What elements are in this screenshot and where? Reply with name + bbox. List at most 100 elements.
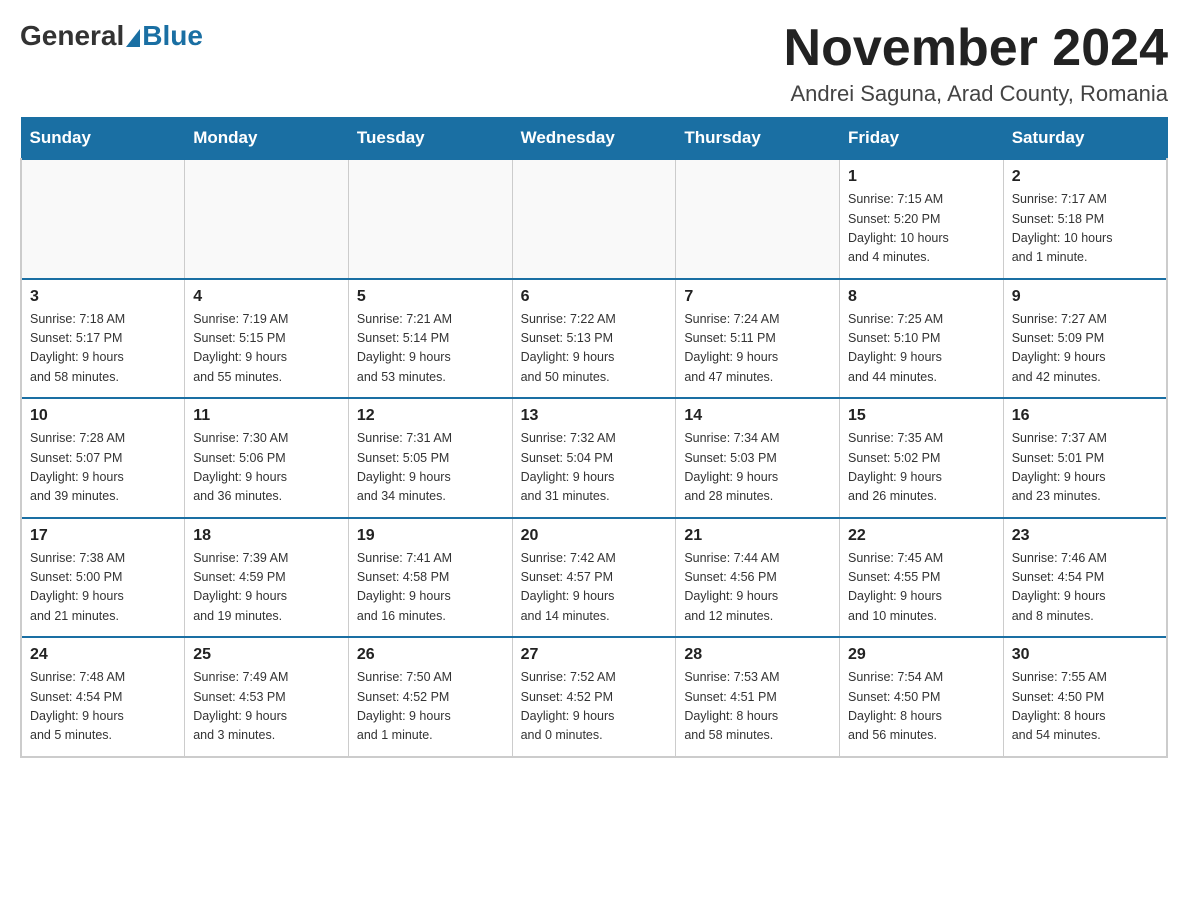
day-info: Sunrise: 7:49 AM Sunset: 4:53 PM Dayligh… [193,668,340,746]
day-number: 18 [193,527,340,545]
calendar-cell [676,159,840,279]
day-info: Sunrise: 7:34 AM Sunset: 5:03 PM Dayligh… [684,429,831,507]
day-number: 23 [1012,527,1158,545]
calendar-cell: 30 Sunrise: 7:55 AM Sunset: 4:50 PM Dayli… [1003,637,1167,757]
day-info: Sunrise: 7:55 AM Sunset: 4:50 PM Dayligh… [1012,668,1158,746]
day-number: 30 [1012,646,1158,664]
calendar-cell: 8 Sunrise: 7:25 AM Sunset: 5:10 PM Daylig… [840,279,1004,399]
calendar-cell: 22 Sunrise: 7:45 AM Sunset: 4:55 PM Dayli… [840,518,1004,638]
calendar-cell: 12 Sunrise: 7:31 AM Sunset: 5:05 PM Dayli… [348,398,512,518]
calendar-cell [348,159,512,279]
day-info: Sunrise: 7:19 AM Sunset: 5:15 PM Dayligh… [193,310,340,388]
calendar-cell: 26 Sunrise: 7:50 AM Sunset: 4:52 PM Dayli… [348,637,512,757]
day-number: 1 [848,168,995,186]
day-number: 4 [193,288,340,306]
day-info: Sunrise: 7:25 AM Sunset: 5:10 PM Dayligh… [848,310,995,388]
day-number: 2 [1012,168,1158,186]
day-number: 9 [1012,288,1158,306]
calendar-cell: 27 Sunrise: 7:52 AM Sunset: 4:52 PM Dayli… [512,637,676,757]
day-info: Sunrise: 7:27 AM Sunset: 5:09 PM Dayligh… [1012,310,1158,388]
day-info: Sunrise: 7:35 AM Sunset: 5:02 PM Dayligh… [848,429,995,507]
calendar-header-thursday: Thursday [676,118,840,160]
calendar-cell: 18 Sunrise: 7:39 AM Sunset: 4:59 PM Dayli… [185,518,349,638]
calendar-cell: 13 Sunrise: 7:32 AM Sunset: 5:04 PM Dayli… [512,398,676,518]
calendar-header-monday: Monday [185,118,349,160]
day-info: Sunrise: 7:45 AM Sunset: 4:55 PM Dayligh… [848,549,995,627]
location-subtitle: Andrei Saguna, Arad County, Romania [784,81,1168,107]
day-number: 25 [193,646,340,664]
day-info: Sunrise: 7:17 AM Sunset: 5:18 PM Dayligh… [1012,190,1158,268]
day-info: Sunrise: 7:39 AM Sunset: 4:59 PM Dayligh… [193,549,340,627]
day-info: Sunrise: 7:15 AM Sunset: 5:20 PM Dayligh… [848,190,995,268]
day-number: 13 [521,407,668,425]
day-info: Sunrise: 7:48 AM Sunset: 4:54 PM Dayligh… [30,668,176,746]
day-number: 14 [684,407,831,425]
day-info: Sunrise: 7:53 AM Sunset: 4:51 PM Dayligh… [684,668,831,746]
day-info: Sunrise: 7:42 AM Sunset: 4:57 PM Dayligh… [521,549,668,627]
day-number: 15 [848,407,995,425]
day-number: 8 [848,288,995,306]
day-number: 6 [521,288,668,306]
calendar-cell: 11 Sunrise: 7:30 AM Sunset: 5:06 PM Dayli… [185,398,349,518]
day-number: 12 [357,407,504,425]
day-number: 16 [1012,407,1158,425]
day-number: 22 [848,527,995,545]
calendar-cell: 1 Sunrise: 7:15 AM Sunset: 5:20 PM Daylig… [840,159,1004,279]
day-info: Sunrise: 7:38 AM Sunset: 5:00 PM Dayligh… [30,549,176,627]
logo-general-text: General [20,20,124,52]
logo: General Blue [20,20,203,52]
day-number: 28 [684,646,831,664]
day-info: Sunrise: 7:32 AM Sunset: 5:04 PM Dayligh… [521,429,668,507]
calendar-cell [512,159,676,279]
calendar-cell: 3 Sunrise: 7:18 AM Sunset: 5:17 PM Daylig… [21,279,185,399]
calendar-week-row-5: 24 Sunrise: 7:48 AM Sunset: 4:54 PM Dayli… [21,637,1167,757]
day-info: Sunrise: 7:18 AM Sunset: 5:17 PM Dayligh… [30,310,176,388]
day-number: 3 [30,288,176,306]
logo-triangle-icon [126,29,140,47]
calendar-table: SundayMondayTuesdayWednesdayThursdayFrid… [20,117,1168,758]
calendar-cell [185,159,349,279]
title-area: November 2024 Andrei Saguna, Arad County… [784,20,1168,107]
day-number: 17 [30,527,176,545]
day-info: Sunrise: 7:44 AM Sunset: 4:56 PM Dayligh… [684,549,831,627]
calendar-cell: 6 Sunrise: 7:22 AM Sunset: 5:13 PM Daylig… [512,279,676,399]
calendar-cell: 21 Sunrise: 7:44 AM Sunset: 4:56 PM Dayli… [676,518,840,638]
day-number: 27 [521,646,668,664]
day-number: 21 [684,527,831,545]
calendar-week-row-2: 3 Sunrise: 7:18 AM Sunset: 5:17 PM Daylig… [21,279,1167,399]
calendar-cell: 9 Sunrise: 7:27 AM Sunset: 5:09 PM Daylig… [1003,279,1167,399]
day-number: 20 [521,527,668,545]
calendar-cell: 17 Sunrise: 7:38 AM Sunset: 5:00 PM Dayli… [21,518,185,638]
day-number: 26 [357,646,504,664]
day-info: Sunrise: 7:30 AM Sunset: 5:06 PM Dayligh… [193,429,340,507]
day-number: 19 [357,527,504,545]
calendar-cell: 14 Sunrise: 7:34 AM Sunset: 5:03 PM Dayli… [676,398,840,518]
calendar-week-row-1: 1 Sunrise: 7:15 AM Sunset: 5:20 PM Daylig… [21,159,1167,279]
logo-blue-text: Blue [142,20,203,52]
day-info: Sunrise: 7:52 AM Sunset: 4:52 PM Dayligh… [521,668,668,746]
day-info: Sunrise: 7:50 AM Sunset: 4:52 PM Dayligh… [357,668,504,746]
calendar-cell: 19 Sunrise: 7:41 AM Sunset: 4:58 PM Dayli… [348,518,512,638]
calendar-header-row: SundayMondayTuesdayWednesdayThursdayFrid… [21,118,1167,160]
day-info: Sunrise: 7:24 AM Sunset: 5:11 PM Dayligh… [684,310,831,388]
day-number: 11 [193,407,340,425]
day-info: Sunrise: 7:41 AM Sunset: 4:58 PM Dayligh… [357,549,504,627]
day-info: Sunrise: 7:31 AM Sunset: 5:05 PM Dayligh… [357,429,504,507]
day-info: Sunrise: 7:37 AM Sunset: 5:01 PM Dayligh… [1012,429,1158,507]
calendar-cell: 10Sunrise: 7:28 AM Sunset: 5:07 PM Dayli… [21,398,185,518]
day-number: 7 [684,288,831,306]
calendar-cell: 28 Sunrise: 7:53 AM Sunset: 4:51 PM Dayli… [676,637,840,757]
calendar-header-wednesday: Wednesday [512,118,676,160]
day-info: Sunrise: 7:46 AM Sunset: 4:54 PM Dayligh… [1012,549,1158,627]
calendar-cell: 23 Sunrise: 7:46 AM Sunset: 4:54 PM Dayli… [1003,518,1167,638]
calendar-header-friday: Friday [840,118,1004,160]
calendar-cell: 24 Sunrise: 7:48 AM Sunset: 4:54 PM Dayli… [21,637,185,757]
calendar-week-row-3: 10Sunrise: 7:28 AM Sunset: 5:07 PM Dayli… [21,398,1167,518]
calendar-cell: 29Sunrise: 7:54 AM Sunset: 4:50 PM Dayli… [840,637,1004,757]
page-header: General Blue November 2024 Andrei Saguna… [20,20,1168,107]
calendar-cell: 15 Sunrise: 7:35 AM Sunset: 5:02 PM Dayli… [840,398,1004,518]
day-info: Sunrise: 7:22 AM Sunset: 5:13 PM Dayligh… [521,310,668,388]
calendar-cell: 4 Sunrise: 7:19 AM Sunset: 5:15 PM Daylig… [185,279,349,399]
calendar-header-saturday: Saturday [1003,118,1167,160]
day-number: 24 [30,646,176,664]
